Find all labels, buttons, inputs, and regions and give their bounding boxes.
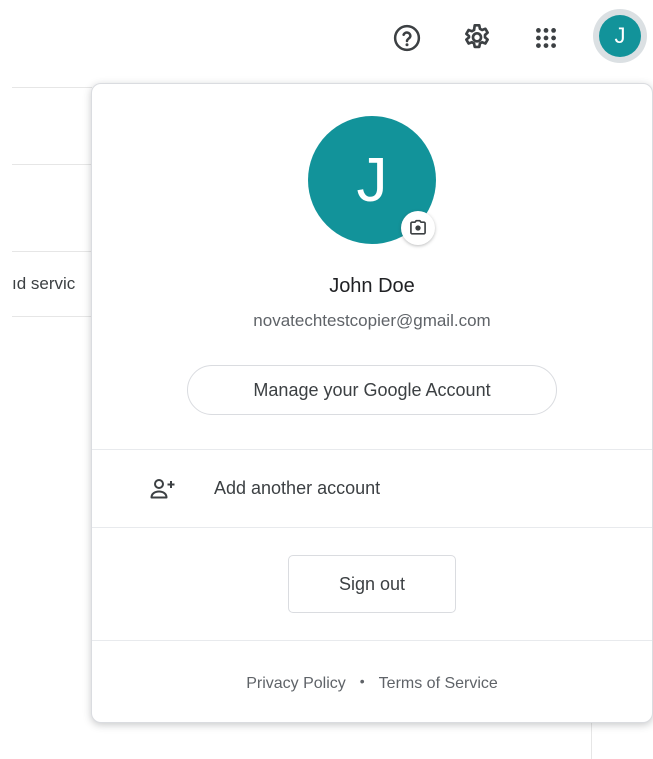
divider bbox=[92, 527, 652, 528]
privacy-policy-link[interactable]: Privacy Policy bbox=[246, 675, 346, 692]
change-photo-button[interactable] bbox=[401, 211, 435, 245]
account-avatar-button[interactable]: J bbox=[593, 9, 647, 63]
footer-separator: • bbox=[359, 673, 365, 689]
add-account-button[interactable]: Add another account bbox=[92, 450, 652, 528]
settings-button[interactable] bbox=[457, 18, 497, 58]
background-partial-text: ıd servic bbox=[12, 274, 76, 293]
gear-icon bbox=[465, 24, 489, 49]
person-add-icon bbox=[150, 479, 175, 499]
divider bbox=[92, 640, 652, 641]
account-panel: J John Doe novatechtestcopier@gmail.com … bbox=[91, 83, 653, 723]
avatar-letter: J bbox=[599, 15, 641, 57]
background-divider bbox=[12, 87, 92, 88]
account-email: novatechtestcopier@gmail.com bbox=[253, 311, 491, 330]
apps-button[interactable] bbox=[526, 18, 566, 58]
apps-grid-icon bbox=[536, 28, 556, 48]
account-name: John Doe bbox=[329, 275, 415, 297]
help-circle-icon bbox=[393, 24, 421, 52]
terms-of-service-link[interactable]: Terms of Service bbox=[379, 675, 498, 692]
sign-out-button[interactable]: Sign out bbox=[288, 555, 456, 613]
background-divider bbox=[12, 251, 92, 252]
background-divider bbox=[12, 316, 92, 317]
add-account-label: Add another account bbox=[214, 478, 381, 498]
help-button[interactable] bbox=[387, 18, 427, 58]
footer-links: Privacy Policy • Terms of Service bbox=[92, 673, 652, 693]
manage-account-button[interactable]: Manage your Google Account bbox=[187, 365, 557, 415]
background-divider bbox=[12, 164, 92, 165]
background-divider bbox=[591, 722, 592, 759]
camera-icon bbox=[410, 219, 426, 235]
